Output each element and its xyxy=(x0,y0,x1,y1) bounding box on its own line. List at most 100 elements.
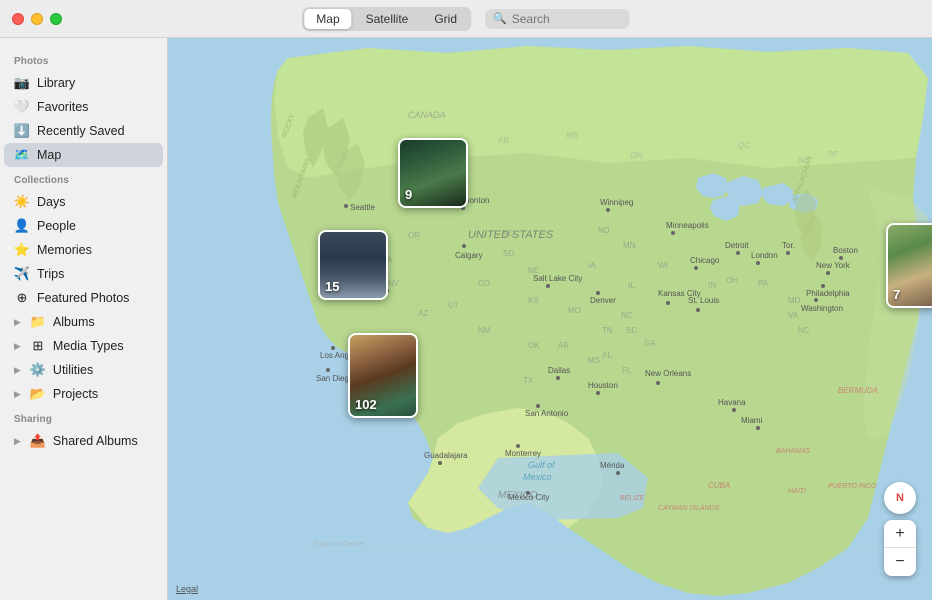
svg-text:ND: ND xyxy=(598,226,610,235)
svg-text:London: London xyxy=(751,251,778,260)
sidebar-item-shared-albums[interactable]: ▶ 📤 Shared Albums xyxy=(4,429,163,453)
svg-text:FL: FL xyxy=(622,366,632,375)
sidebar-label-days: Days xyxy=(37,195,65,209)
svg-text:Tor.: Tor. xyxy=(782,241,795,250)
svg-text:St. Louis: St. Louis xyxy=(688,296,719,305)
svg-text:New Orleans: New Orleans xyxy=(645,369,691,378)
svg-text:Houston: Houston xyxy=(588,381,618,390)
svg-text:Tropic of Cancer: Tropic of Cancer xyxy=(313,541,365,548)
cluster-bc[interactable]: 9 xyxy=(398,138,468,208)
tab-grid[interactable]: Grid xyxy=(422,9,469,29)
sidebar-item-recently-saved[interactable]: ⬇️ Recently Saved xyxy=(4,119,163,143)
sidebar-item-utilities[interactable]: ▶ ⚙️ Utilities xyxy=(4,358,163,382)
svg-text:Mexico: Mexico xyxy=(523,472,552,482)
svg-text:AR: AR xyxy=(558,341,569,350)
svg-text:AZ: AZ xyxy=(418,309,428,318)
sidebar-item-trips[interactable]: ✈️ Trips xyxy=(4,262,163,286)
sidebar-label-recently-saved: Recently Saved xyxy=(37,124,125,138)
svg-text:AB: AB xyxy=(497,136,509,145)
sidebar-label-projects: Projects xyxy=(53,387,98,401)
cluster-sf-count: 102 xyxy=(355,397,377,412)
svg-text:PUERTO RICO: PUERTO RICO xyxy=(828,483,877,490)
svg-text:ON: ON xyxy=(630,151,642,160)
svg-text:Miami: Miami xyxy=(741,416,763,425)
cluster-sf[interactable]: 102 xyxy=(348,333,418,418)
svg-text:UT: UT xyxy=(448,301,459,310)
svg-text:NC: NC xyxy=(621,311,633,320)
svg-text:NE: NE xyxy=(528,266,539,275)
svg-text:MN: MN xyxy=(623,241,636,250)
trips-icon: ✈️ xyxy=(14,266,30,282)
zoom-out-button[interactable]: − xyxy=(884,548,916,576)
cluster-east[interactable]: 7 xyxy=(886,223,932,308)
svg-text:Mexico City: Mexico City xyxy=(508,493,549,502)
sidebar-item-map[interactable]: 🗺️ Map xyxy=(4,143,163,167)
albums-chevron-icon: ▶ xyxy=(14,317,21,328)
svg-text:IN: IN xyxy=(708,281,716,290)
svg-text:Philadelphia: Philadelphia xyxy=(806,289,850,298)
map-controls: N + − xyxy=(884,482,916,576)
svg-text:CUBA: CUBA xyxy=(708,481,730,490)
tab-satellite[interactable]: Satellite xyxy=(354,9,421,29)
legal-link[interactable]: Legal xyxy=(176,584,198,594)
svg-text:SC: SC xyxy=(626,326,637,335)
sidebar-item-projects[interactable]: ▶ 📂 Projects xyxy=(4,382,163,406)
svg-text:BAHAMAS: BAHAMAS xyxy=(776,448,811,455)
cluster-bc-count: 9 xyxy=(405,187,412,202)
svg-text:IA: IA xyxy=(588,261,596,270)
svg-text:Monterrey: Monterrey xyxy=(505,449,541,458)
photo-thumb-wa[interactable]: 15 xyxy=(318,230,388,300)
svg-text:Guadalajara: Guadalajara xyxy=(424,451,468,460)
sidebar-item-favorites[interactable]: 🤍 Favorites xyxy=(4,95,163,119)
svg-text:MO: MO xyxy=(568,306,581,315)
sidebar-item-people[interactable]: 👤 People xyxy=(4,214,163,238)
svg-text:QC: QC xyxy=(738,141,750,150)
sidebar-label-people: People xyxy=(37,219,76,233)
svg-text:TN: TN xyxy=(602,326,613,335)
svg-text:TX: TX xyxy=(523,376,534,385)
sidebar-item-media-types[interactable]: ▶ ⊞ Media Types xyxy=(4,334,163,358)
svg-text:New York: New York xyxy=(816,261,851,270)
map-area[interactable]: UNITED STATES MEXICO CANADA BC AB MB ON … xyxy=(168,38,932,600)
search-bar[interactable]: 🔍 xyxy=(485,9,630,29)
svg-text:Havana: Havana xyxy=(718,398,746,407)
sidebar-item-days[interactable]: ☀️ Days xyxy=(4,190,163,214)
people-icon: 👤 xyxy=(14,218,30,234)
sidebar-item-albums[interactable]: ▶ 📁 Albums xyxy=(4,310,163,334)
svg-text:Mérida: Mérida xyxy=(600,461,625,470)
svg-text:Boston: Boston xyxy=(833,246,858,255)
cluster-wa[interactable]: 15 xyxy=(318,230,388,300)
search-input[interactable] xyxy=(512,12,622,26)
minimize-button[interactable] xyxy=(31,13,43,25)
svg-text:SD: SD xyxy=(503,249,514,258)
media-types-chevron-icon: ▶ xyxy=(14,341,21,352)
tab-map[interactable]: Map xyxy=(304,9,351,29)
zoom-controls: + − xyxy=(884,520,916,576)
search-icon: 🔍 xyxy=(493,12,507,25)
photo-thumb-east[interactable]: 7 xyxy=(886,223,932,308)
photo-thumb-bc[interactable]: 9 xyxy=(398,138,468,208)
traffic-lights xyxy=(12,13,62,25)
maximize-button[interactable] xyxy=(50,13,62,25)
sidebar-item-featured-photos[interactable]: ⊕ Featured Photos xyxy=(4,286,163,310)
close-button[interactable] xyxy=(12,13,24,25)
sidebar-label-utilities: Utilities xyxy=(53,363,93,377)
sidebar-item-memories[interactable]: ⭐ Memories xyxy=(4,238,163,262)
favorites-icon: 🤍 xyxy=(14,99,30,115)
map-background: UNITED STATES MEXICO CANADA BC AB MB ON … xyxy=(168,38,932,600)
view-tabs: Map Satellite Grid xyxy=(302,7,471,31)
map-icon: 🗺️ xyxy=(14,147,30,163)
photo-thumb-sf[interactable]: 102 xyxy=(348,333,418,418)
compass-button[interactable]: N xyxy=(884,482,916,514)
svg-text:NV: NV xyxy=(388,279,400,288)
compass-label: N xyxy=(896,492,904,504)
svg-text:Winnipeg: Winnipeg xyxy=(600,198,633,207)
svg-text:BELIZE: BELIZE xyxy=(620,495,644,502)
svg-text:IL: IL xyxy=(628,281,635,290)
sidebar-item-library[interactable]: 📷 Library xyxy=(4,71,163,95)
zoom-in-button[interactable]: + xyxy=(884,520,916,548)
svg-text:NM: NM xyxy=(478,326,491,335)
featured-photos-icon: ⊕ xyxy=(14,290,30,306)
svg-text:MS: MS xyxy=(588,356,600,365)
projects-icon: 📂 xyxy=(30,386,46,402)
